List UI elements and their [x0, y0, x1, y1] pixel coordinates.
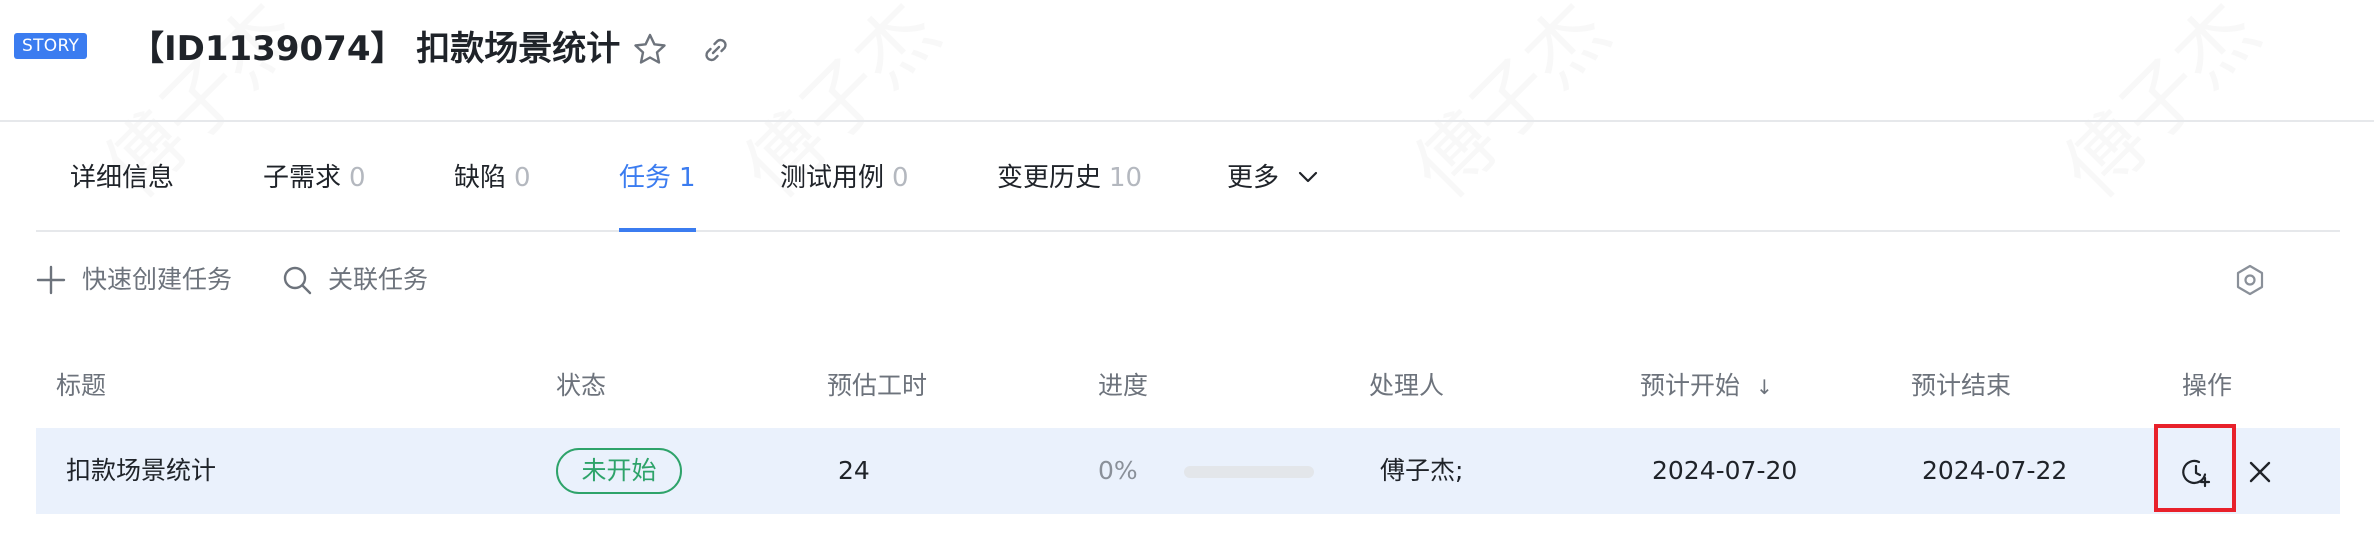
tab-more[interactable]: 更多: [1227, 158, 1319, 232]
star-icon[interactable]: [630, 30, 670, 70]
settings-icon[interactable]: [2232, 262, 2268, 298]
end-date-value[interactable]: 2024-07-22: [1922, 451, 2067, 491]
column-header-actions: 操作: [2182, 371, 2233, 400]
start-date-value[interactable]: 2024-07-20: [1652, 451, 1797, 491]
estimate-value: 24: [838, 456, 870, 485]
status-badge[interactable]: 未开始: [556, 448, 682, 494]
table-row[interactable]: 扣款场景统计 未开始 24 0% 傅子杰; 2024-07-20 2024-07…: [36, 428, 2340, 514]
tab-change-history[interactable]: 变更历史 10: [997, 158, 1142, 232]
tab-bar: 详细信息 子需求 0 缺陷 0 任务 1 测试用例 0 变更历史 10 更多: [36, 122, 2340, 232]
assignee-value[interactable]: 傅子杰;: [1380, 451, 1463, 491]
chevron-down-icon: [1299, 171, 1318, 183]
column-header-start[interactable]: 预计开始 ↓: [1640, 366, 1773, 407]
quick-create-task-button[interactable]: 快速创建任务: [34, 262, 232, 298]
story-type-badge: STORY: [14, 33, 88, 59]
task-detail-page: 傅子杰 傅子杰 傅子杰 傅子杰 STORY 【ID1139074】 扣款场景统计…: [0, 0, 2374, 552]
story-header: STORY 【ID1139074】 扣款场景统计: [0, 0, 2374, 122]
tab-tasks[interactable]: 任务 1: [619, 158, 696, 232]
tab-sub-requirements[interactable]: 子需求 0: [263, 158, 366, 232]
log-time-icon[interactable]: [2176, 452, 2216, 492]
tab-defects[interactable]: 缺陷 0: [454, 158, 531, 232]
search-icon: [283, 266, 312, 295]
close-icon[interactable]: [2240, 452, 2280, 492]
column-header-end[interactable]: 预计结束: [1911, 366, 2011, 406]
table-header: 标题 状态 预估工时 进度 处理人 预计开始 ↓ 预计结束 操作: [36, 356, 2340, 416]
column-header-estimate[interactable]: 预估工时: [827, 366, 927, 406]
link-icon[interactable]: [696, 30, 736, 70]
tab-test-cases[interactable]: 测试用例 0: [780, 158, 909, 232]
column-header-title[interactable]: 标题: [56, 366, 106, 406]
quick-create-label: 快速创建任务: [82, 265, 233, 294]
progress-text: 0%: [1098, 456, 1138, 485]
progress-bar: [1184, 466, 1314, 478]
column-header-progress[interactable]: 进度: [1098, 366, 1148, 406]
task-title-link[interactable]: 扣款场景统计: [66, 451, 216, 491]
tab-details[interactable]: 详细信息: [70, 158, 174, 232]
link-task-button[interactable]: 关联任务: [280, 262, 428, 298]
column-header-assignee[interactable]: 处理人: [1369, 366, 1444, 406]
plus-icon: [36, 265, 66, 295]
column-header-status[interactable]: 状态: [556, 366, 606, 406]
sort-down-icon: ↓: [1755, 375, 1773, 399]
link-task-label: 关联任务: [328, 265, 429, 294]
story-title: 【ID1139074】 扣款场景统计: [130, 29, 621, 69]
